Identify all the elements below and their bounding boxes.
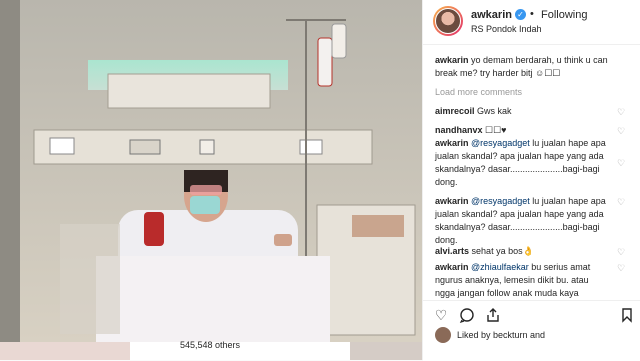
likes-count[interactable]: 545,548 others	[180, 340, 240, 350]
comment-mention[interactable]: @zhiaulfaekar	[471, 262, 529, 272]
comment-icon[interactable]	[459, 307, 475, 324]
user-avatar[interactable]	[433, 6, 463, 36]
comment-username[interactable]: alvi.arts	[435, 246, 469, 256]
liker-avatar[interactable]	[435, 327, 451, 343]
comment-heart-icon[interactable]: ♡	[617, 263, 627, 273]
post-photo[interactable]	[0, 0, 422, 342]
post-actions-bar: ♡ Liked by beckturn and	[423, 300, 640, 361]
hospital-photo-illustration	[0, 0, 422, 342]
comment-text: ☐☐♥	[485, 125, 507, 135]
comment-item: aimrecoil Gws kak	[435, 105, 610, 118]
comment-item: nandhanvx ☐☐♥	[435, 124, 610, 137]
comment-username[interactable]: nandhanvx	[435, 125, 483, 135]
comment-item: awkarin @zhiaulfaekar bu serius amat ngu…	[435, 261, 610, 300]
comment-heart-icon[interactable]: ♡	[617, 158, 627, 168]
comment-username[interactable]: awkarin	[435, 262, 469, 272]
bookmark-icon[interactable]	[619, 307, 635, 323]
heart-icon[interactable]: ♡	[433, 307, 449, 323]
comment-item: awkarin @resyagadget lu jualan hape apa …	[435, 195, 610, 247]
comment-heart-icon[interactable]: ♡	[617, 107, 627, 117]
comment-mention[interactable]: @resyagadget	[471, 138, 530, 148]
username-link[interactable]: awkarin	[471, 9, 512, 21]
liked-by-text[interactable]: Liked by beckturn and	[457, 330, 545, 340]
comment-item: alvi.arts sehat ya bos👌	[435, 245, 610, 258]
post-details-panel: awkarin ✓ • Following RS Pondok Indah aw…	[422, 0, 640, 361]
post-header: awkarin ✓ • Following RS Pondok Indah	[423, 0, 640, 45]
comment-item: awkarin @resyagadget lu jualan hape apa …	[435, 137, 610, 189]
caption-username[interactable]: awkarin	[435, 55, 469, 65]
share-icon[interactable]	[485, 307, 501, 323]
comment-username[interactable]: aimrecoil	[435, 106, 475, 116]
load-more-comments-button[interactable]: Load more comments	[435, 87, 522, 97]
comment-heart-icon[interactable]: ♡	[617, 247, 627, 257]
comment-heart-icon[interactable]: ♡	[617, 197, 627, 207]
comments-list: awkarin yo demam berdarah, u think u can…	[423, 48, 640, 324]
comment-mention[interactable]: @resyagadget	[471, 196, 530, 206]
comment-heart-icon[interactable]: ♡	[617, 126, 627, 136]
comment-text: Gws kak	[477, 106, 512, 116]
following-button[interactable]: Following	[541, 9, 587, 21]
caption: awkarin yo demam berdarah, u think u can…	[435, 54, 610, 80]
comment-username[interactable]: awkarin	[435, 138, 469, 148]
comment-username[interactable]: awkarin	[435, 196, 469, 206]
location-link[interactable]: RS Pondok Indah	[471, 24, 542, 34]
comment-text: sehat ya bos👌	[471, 246, 534, 256]
follow-separator: •	[530, 8, 534, 20]
verified-icon: ✓	[515, 9, 526, 20]
